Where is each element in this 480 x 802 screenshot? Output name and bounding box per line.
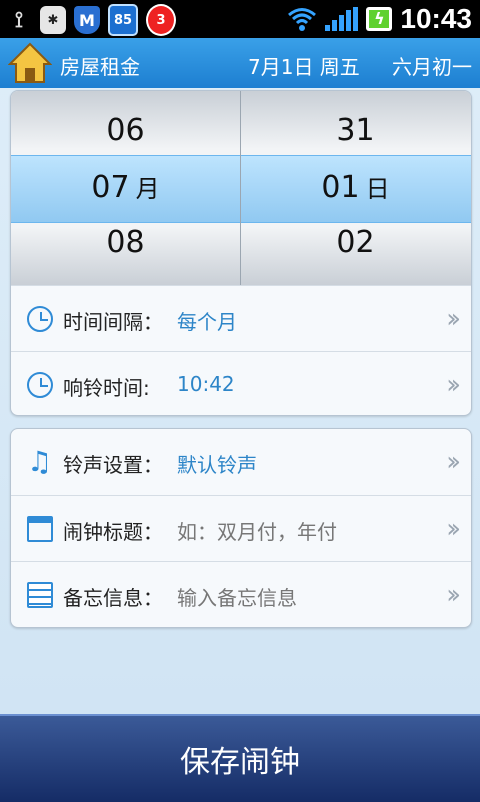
month-prev[interactable]: 06 [11, 113, 240, 148]
save-alarm-button[interactable]: 保存闹钟 [0, 714, 480, 802]
chevron-right-icon: ›› [446, 304, 461, 334]
month-selected[interactable]: 07 月 [11, 169, 240, 205]
ringtone-row[interactable]: ♫ 铃声设置： 默认铃声 ›› [11, 429, 471, 495]
ring-time-label: 响铃时间: [63, 376, 150, 400]
interval-row[interactable]: 时间间隔： 每个月 ›› [11, 285, 471, 352]
save-alarm-label: 保存闹钟 [180, 745, 300, 780]
date-picker[interactable]: 06 07 月 08 31 01 日 02 [11, 91, 471, 285]
header-date: 7月1日 周五 [248, 55, 360, 79]
wifi-icon [288, 8, 317, 31]
debug-android-icon: ✱ [40, 6, 66, 34]
clock-icon [27, 306, 53, 332]
header-lunar-date: 六月初一 [392, 55, 472, 79]
interval-value: 每个月 [177, 310, 237, 334]
alarm-details-card: ♫ 铃声设置： 默认铃声 ›› 闹钟标题： 如：双月付，年付 ›› 备忘信息： … [10, 428, 472, 628]
film-icon [27, 516, 53, 542]
month-unit: 月 [135, 175, 160, 203]
month-selected-value: 07 [91, 170, 130, 205]
ring-time-value: 10:42 [177, 372, 235, 396]
notification-badge-icon: 85 [108, 4, 138, 36]
alarm-title-label: 闹钟标题： [63, 520, 163, 544]
day-unit: 日 [365, 175, 390, 203]
alarm-count-icon: 3 [146, 4, 176, 36]
day-prev[interactable]: 31 [241, 113, 470, 148]
note-icon [27, 582, 53, 608]
day-selected[interactable]: 01 日 [241, 169, 470, 205]
chevron-right-icon: ›› [446, 447, 461, 477]
chevron-right-icon: ›› [446, 514, 461, 544]
memo-input[interactable]: 输入备忘信息 [177, 582, 297, 611]
app-header: 房屋租金 7月1日 周五 六月初一 [0, 38, 480, 88]
chevron-right-icon: ›› [446, 370, 461, 400]
month-next[interactable]: 08 [11, 225, 240, 260]
home-icon[interactable] [8, 42, 52, 84]
day-next[interactable]: 02 [241, 225, 470, 260]
page-title: 房屋租金 [60, 55, 140, 79]
battery-charging-icon: ϟ [366, 7, 393, 31]
ringtone-value: 默认铃声 [177, 453, 257, 477]
interval-label: 时间间隔： [63, 310, 163, 334]
alarm-title-row[interactable]: 闹钟标题： 如：双月付，年付 ›› [11, 495, 471, 562]
ring-time-row[interactable]: 响铃时间: 10:42 ›› [11, 351, 471, 415]
clock-icon [27, 372, 53, 398]
ringtone-label: 铃声设置： [63, 453, 163, 477]
day-selected-value: 01 [321, 170, 360, 205]
music-note-icon: ♫ [27, 445, 53, 478]
usb-icon: ⟟ [14, 7, 24, 33]
shield-m-icon: M [74, 6, 100, 34]
status-bar: ⟟ ✱ M 85 3 ϟ 10:43 [0, 0, 480, 38]
chevron-right-icon: ›› [446, 580, 461, 610]
status-clock: 10:43 [400, 3, 472, 34]
alarm-title-input[interactable]: 如：双月付，年付 [177, 516, 337, 545]
memo-row[interactable]: 备忘信息： 输入备忘信息 ›› [11, 561, 471, 627]
signal-strength-icon [325, 7, 359, 31]
memo-label: 备忘信息： [63, 586, 163, 610]
date-settings-card: 06 07 月 08 31 01 日 02 时间间隔： 每个月 ›› 响铃时间: 1… [10, 90, 472, 416]
